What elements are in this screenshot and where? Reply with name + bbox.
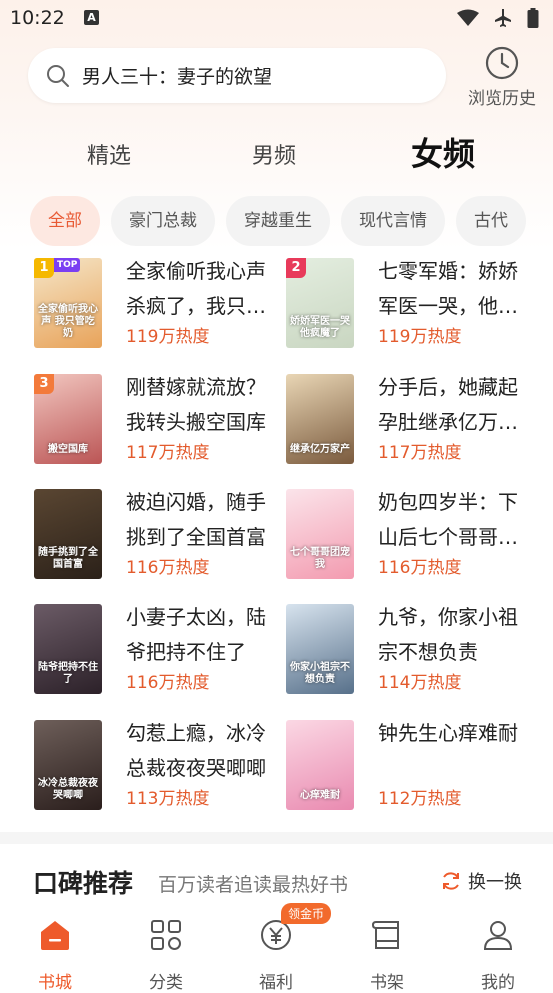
book-title: 奶包四岁半：下山后七个哥哥团宠我	[378, 490, 518, 549]
bottom-nav: 书城 分类 福利 书架 我的	[0, 904, 553, 993]
category-icon	[151, 920, 181, 950]
notification-a-icon: A	[84, 10, 99, 25]
nav-label: 书城	[38, 973, 72, 993]
top-badge: TOP	[54, 258, 81, 272]
nav-label: 福利	[259, 973, 293, 993]
book-title: 小妻子太凶，陆爷把持不住了	[126, 605, 266, 664]
status-icons	[457, 7, 539, 29]
book-item[interactable]: 全家偷听我心声 我只管吃奶 1 TOP 全家偷听我心声杀疯了，我只管吃奶 119…	[34, 258, 294, 353]
reco-title: 口碑推荐	[33, 869, 134, 898]
coin-badge: 领金币	[281, 903, 332, 924]
book-heat: 116万热度	[378, 558, 462, 578]
chip-all[interactable]: 全部	[30, 196, 100, 246]
battery-icon	[527, 8, 539, 28]
bookstore-icon	[41, 921, 69, 950]
book-title: 被迫闪婚，随手挑到了全国首富	[126, 490, 266, 549]
book-item[interactable]: 心痒难耐 钟先生心痒难耐 112万热度	[286, 720, 546, 815]
chip-rebirth[interactable]: 穿越重生	[226, 196, 330, 246]
search-icon	[47, 65, 69, 87]
book-heat: 116万热度	[126, 673, 210, 693]
book-heat: 119万热度	[126, 327, 210, 347]
history-label: 浏览历史	[468, 89, 536, 109]
book-heat: 117万热度	[378, 443, 462, 463]
book-item[interactable]: 陆爷把持不住了 小妻子太凶，陆爷把持不住了 116万热度	[34, 604, 294, 699]
status-time: 10:22	[10, 7, 65, 29]
book-item[interactable]: 搬空国库 3 刚替嫁就流放？我转头搬空国库 117万热度	[34, 374, 294, 469]
book-item[interactable]: 你家小祖宗不想负责 九爷，你家小祖宗不想负责 114万热度	[286, 604, 546, 699]
wifi-icon	[457, 9, 479, 26]
book-heat: 114万热度	[378, 673, 462, 693]
book-title: 勾惹上瘾，冰冷总裁夜夜哭唧唧	[126, 721, 266, 780]
tab-female[interactable]: 女频	[411, 129, 475, 175]
swap-label: 换一换	[468, 872, 522, 893]
book-cover: 心痒难耐	[286, 720, 354, 810]
nav-label: 我的	[481, 973, 515, 993]
book-title: 分手后，她藏起孕肚继承亿万家产	[378, 375, 518, 434]
channel-tabs: 精选 男频 女频	[0, 124, 553, 178]
book-title: 七零军婚：娇娇军医一哭，他疯魔了	[378, 259, 518, 318]
rank-badge: 3	[34, 374, 54, 394]
chip-modern[interactable]: 现代言情	[341, 196, 445, 246]
book-heat: 117万热度	[126, 443, 210, 463]
book-title: 九爷，你家小祖宗不想负责	[378, 605, 518, 664]
clock-icon	[485, 46, 519, 80]
reco-subtitle: 百万读者追读最热好书	[158, 874, 349, 896]
tab-featured[interactable]: 精选	[87, 138, 131, 170]
search-query: 男人三十：妻子的欲望	[82, 66, 273, 88]
bookshelf-icon	[371, 921, 399, 949]
book-title: 全家偷听我心声杀疯了，我只管吃奶	[126, 259, 266, 318]
book-item[interactable]: 七个哥哥团宠我 奶包四岁半：下山后七个哥哥团宠我 116万热度	[286, 489, 546, 584]
book-item[interactable]: 随手挑到了全国首富 被迫闪婚，随手挑到了全国首富 116万热度	[34, 489, 294, 584]
book-item[interactable]: 冰冷总裁夜夜哭唧唧 勾惹上瘾，冰冷总裁夜夜哭唧唧 113万热度	[34, 720, 294, 815]
nav-category[interactable]: 分类	[136, 914, 196, 993]
nav-bookshelf[interactable]: 书架	[357, 914, 417, 993]
swap-button[interactable]: 换一换	[440, 868, 522, 894]
chip-ancient[interactable]: 古代	[456, 196, 526, 246]
book-title: 钟先生心痒难耐	[378, 721, 518, 745]
nav-label: 分类	[149, 973, 183, 993]
user-icon	[483, 921, 513, 950]
book-cover: 陆爷把持不住了	[34, 604, 102, 694]
status-bar: 10:22 A	[0, 0, 553, 38]
book-cover: 你家小祖宗不想负责	[286, 604, 354, 694]
chip-ceo[interactable]: 豪门总裁	[111, 196, 215, 246]
book-item[interactable]: 娇娇军医一哭 他疯魔了 2 七零军婚：娇娇军医一哭，他疯魔了 119万热度	[286, 258, 546, 353]
book-heat: 113万热度	[126, 789, 210, 809]
nav-mine[interactable]: 我的	[468, 914, 528, 993]
book-cover: 随手挑到了全国首富	[34, 489, 102, 579]
category-chips: 全部 豪门总裁 穿越重生 现代言情 古代	[30, 196, 553, 246]
book-cover: 七个哥哥团宠我	[286, 489, 354, 579]
history-button[interactable]: 浏览历史	[462, 44, 542, 109]
book-cover: 继承亿万家产	[286, 374, 354, 464]
refresh-icon	[443, 872, 459, 890]
nav-label: 书架	[370, 973, 404, 993]
book-grid: 全家偷听我心声 我只管吃奶 1 TOP 全家偷听我心声杀疯了，我只管吃奶 119…	[0, 258, 553, 818]
book-cover: 冰冷总裁夜夜哭唧唧	[34, 720, 102, 810]
section-divider	[0, 832, 553, 844]
nav-bookstore[interactable]: 书城	[25, 914, 85, 993]
book-title: 刚替嫁就流放？我转头搬空国库	[126, 375, 266, 434]
book-heat: 116万热度	[126, 558, 210, 578]
tab-male[interactable]: 男频	[252, 138, 296, 170]
book-item[interactable]: 继承亿万家产 分手后，她藏起孕肚继承亿万家产 117万热度	[286, 374, 546, 469]
book-heat: 112万热度	[378, 789, 462, 809]
search-bar[interactable]: 男人三十：妻子的欲望	[28, 48, 446, 103]
rank-badge: 2	[286, 258, 306, 278]
rank-badge: 1	[34, 258, 54, 278]
book-heat: 119万热度	[378, 327, 462, 347]
reco-header: 口碑推荐 百万读者追读最热好书 换一换	[0, 862, 553, 902]
airplane-icon	[495, 9, 511, 27]
